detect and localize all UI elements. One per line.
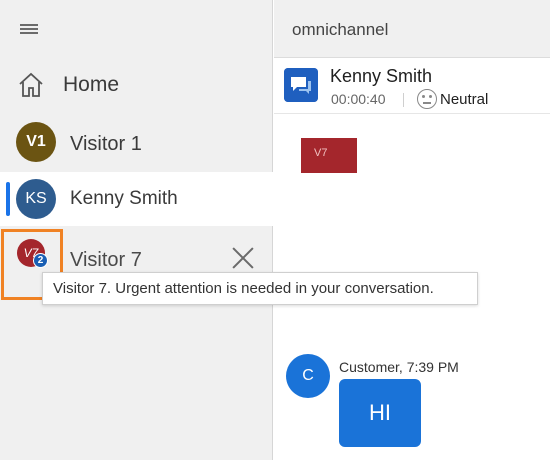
home-icon (19, 72, 43, 97)
neutral-face-icon (417, 89, 437, 109)
session-timer: 00:00:40 (331, 91, 386, 107)
urgent-tooltip: Visitor 7. Urgent attention is needed in… (42, 272, 478, 305)
active-indicator (6, 182, 10, 216)
avatar: V1 (16, 122, 56, 162)
session-label: Visitor 1 (70, 133, 142, 155)
message-bubble: HI (339, 379, 421, 447)
customer-name: Kenny Smith (330, 66, 433, 86)
session-label: Visitor 7 (70, 249, 142, 271)
divider (403, 93, 404, 107)
top-bar: omnichannel (274, 0, 550, 58)
session-label: Kenny Smith (70, 188, 178, 209)
session-visitor-1[interactable]: V1 Visitor 1 (0, 117, 273, 171)
visitor-tag: V7 (301, 138, 357, 173)
conversation-panel: omnichannel Kenny Smith 00:00:40 Neutral… (274, 0, 550, 460)
session-kenny-smith[interactable]: KS Kenny Smith (0, 172, 273, 226)
hamburger-icon[interactable] (18, 20, 42, 40)
chat-icon (284, 68, 318, 102)
close-icon[interactable] (231, 246, 255, 270)
nav-home[interactable]: Home (0, 62, 273, 108)
sentiment-label: Neutral (440, 91, 489, 108)
app-title: omnichannel (292, 20, 389, 39)
message-avatar: C (286, 354, 330, 398)
conversation-header: Kenny Smith 00:00:40 Neutral (274, 58, 550, 114)
notification-badge: 2 (33, 253, 48, 268)
message-meta: Customer, 7:39 PM (339, 359, 459, 375)
home-label: Home (63, 73, 120, 96)
avatar: KS (16, 179, 56, 219)
session-panel: Home V1 Visitor 1 KS Kenny Smith V7 2 Vi… (0, 0, 273, 460)
